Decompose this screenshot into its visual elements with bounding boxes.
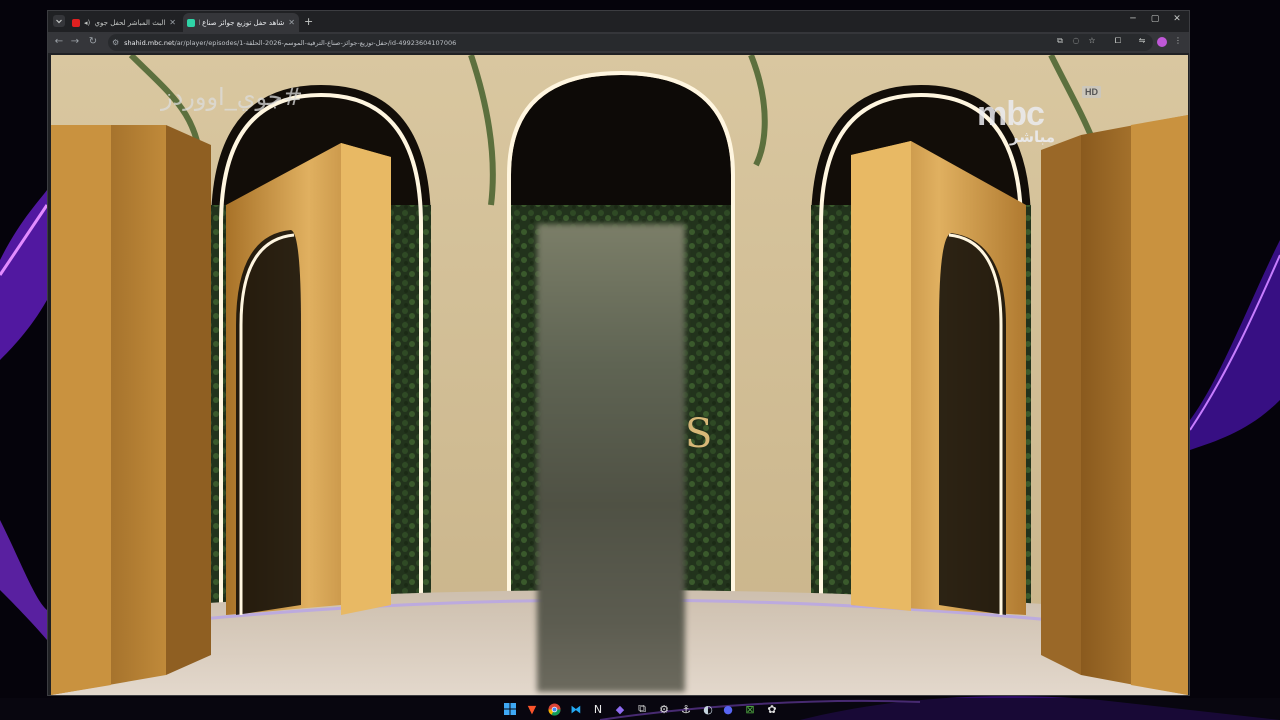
tab-live-stream[interactable]: ◂) البث المباشر لحفل جوي أوورد... ✕ xyxy=(68,13,180,32)
cast-icon[interactable]: ⇋ xyxy=(1136,36,1148,45)
tab-title: شاهد حفل توزيع جوائز صناع الترف... xyxy=(199,18,285,27)
xbox-icon[interactable]: ⊠ xyxy=(742,701,758,717)
audio-playing-icon[interactable]: ◂) xyxy=(84,19,90,27)
obsidian-icon[interactable]: ◆ xyxy=(612,701,628,717)
close-tab-icon[interactable]: ✕ xyxy=(288,18,295,27)
tab-search-icon[interactable] xyxy=(53,15,65,27)
discord-icon[interactable]: ● xyxy=(720,701,736,717)
eye-off-icon[interactable]: ◌ xyxy=(1070,36,1082,45)
video-player[interactable]: S #جوي_اووردز mbc مباشر HD xyxy=(51,55,1188,695)
shahid-favicon-icon xyxy=(187,18,195,27)
chatgpt-icon[interactable]: ✿ xyxy=(764,701,780,717)
steam-icon[interactable]: ◐ xyxy=(700,701,716,717)
vscode-icon[interactable]: ⧓ xyxy=(568,701,584,717)
hd-badge: HD xyxy=(1082,86,1101,98)
blurred-person xyxy=(537,224,685,692)
reload-icon[interactable]: ↻ xyxy=(86,36,100,47)
youtube-favicon-icon xyxy=(72,18,80,27)
stage-letter: S xyxy=(685,411,712,457)
kebab-menu-icon[interactable]: ⋮ xyxy=(1172,36,1184,45)
windows-start-icon[interactable] xyxy=(502,701,518,717)
puzzle-icon[interactable]: ⧠ xyxy=(1112,36,1124,46)
event-hashtag: #جوي_اووردز xyxy=(161,83,303,111)
tab-strip: ◂) البث المباشر لحفل جوي أوورد... ✕ شاهد… xyxy=(48,11,1189,32)
url-host: shahid.mbc.net xyxy=(124,38,175,47)
maximize-icon[interactable]: ▢ xyxy=(1144,14,1166,24)
new-tab-button[interactable]: + xyxy=(304,15,313,28)
chrome-icon[interactable] xyxy=(546,701,562,717)
profile-avatar[interactable] xyxy=(1157,37,1167,47)
channel-logo: mbc مباشر xyxy=(977,97,1077,157)
close-window-icon[interactable]: ✕ xyxy=(1166,14,1188,24)
url-path: /ar/player/episodes/حفل-توزيع-جوائز-صناع… xyxy=(174,38,457,47)
settings-icon[interactable]: ⚙ xyxy=(656,701,672,717)
brave-browser-icon[interactable]: ▼ xyxy=(524,701,540,717)
install-app-icon[interactable]: ⧉ xyxy=(1054,36,1066,46)
github-icon[interactable]: ⚓ xyxy=(678,701,694,717)
notion-icon[interactable]: N xyxy=(590,701,606,717)
back-arrow-icon[interactable]: ← xyxy=(52,36,66,47)
close-tab-icon[interactable]: ✕ xyxy=(169,18,176,27)
address-bar[interactable]: ⚙ shahid.mbc.net /ar/player/episodes/حفل… xyxy=(108,34,1153,51)
terminal-icon[interactable]: ⧉ xyxy=(634,701,650,717)
browser-window: ◂) البث المباشر لحفل جوي أوورد... ✕ شاهد… xyxy=(47,10,1190,696)
tab-title: البث المباشر لحفل جوي أوورد... xyxy=(94,18,166,27)
site-info-icon[interactable]: ⚙ xyxy=(112,38,119,47)
taskbar: ▼ ⧓ N ◆ ⧉ ⚙ ⚓ ◐ ● ⊠ ✿ xyxy=(0,698,1280,720)
mbc-logo-text: mbc xyxy=(977,95,1045,133)
forward-arrow-icon[interactable]: → xyxy=(68,36,82,47)
browser-toolbar: ← → ↻ ⚙ shahid.mbc.net /ar/player/episod… xyxy=(48,32,1189,53)
star-icon[interactable]: ☆ xyxy=(1086,36,1098,45)
tab-shahid[interactable]: شاهد حفل توزيع جوائز صناع الترف... ✕ xyxy=(183,13,299,32)
minimize-icon[interactable]: ─ xyxy=(1122,14,1144,24)
